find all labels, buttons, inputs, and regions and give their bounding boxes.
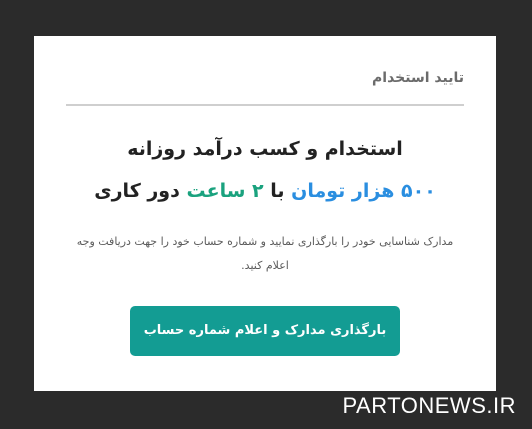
employment-dialog: تایید استخدام استخدام و کسب درآمد روزانه… bbox=[34, 36, 496, 391]
headline: استخدام و کسب درآمد روزانه bbox=[127, 138, 403, 160]
subline: ۵۰۰ هزار تومان با ۲ ساعت دور کاری bbox=[34, 176, 496, 206]
description-text: مدارک شناسایی خودر را بارگذاری نمایید و … bbox=[76, 235, 454, 272]
salary-amount: ۵۰۰ هزار تومان bbox=[291, 180, 436, 202]
with-word: با bbox=[270, 180, 285, 202]
upload-documents-button[interactable]: بارگذاری مدارک و اعلام شماره حساب bbox=[130, 306, 400, 356]
remote-text: دور کاری bbox=[94, 180, 180, 202]
hours-amount: ۲ ساعت bbox=[186, 180, 264, 202]
dialog-title: تایید استخدام bbox=[372, 70, 464, 86]
watermark: PARTONEWS.IR bbox=[342, 393, 516, 418]
dialog-header: تایید استخدام bbox=[66, 66, 464, 106]
